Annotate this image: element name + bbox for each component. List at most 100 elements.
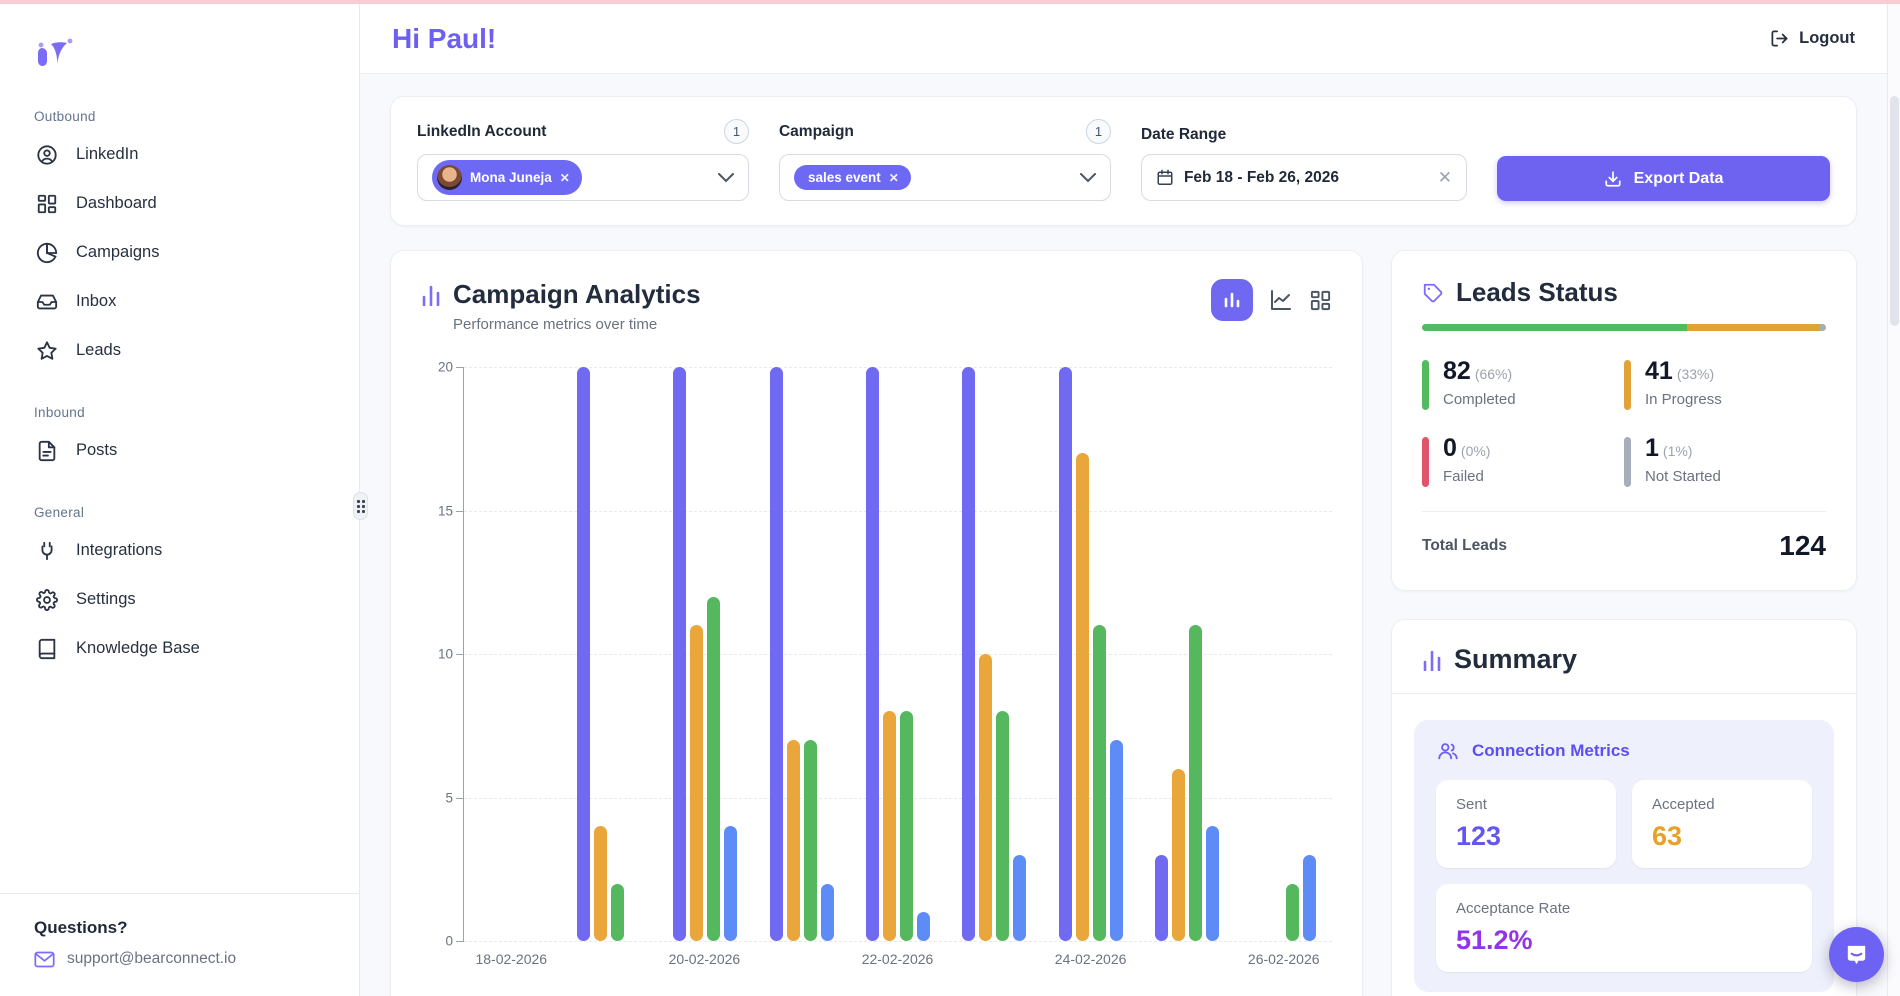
- bar-blue-series[interactable]: [1110, 740, 1123, 941]
- export-data-label: Export Data: [1634, 170, 1724, 188]
- logout-button[interactable]: Logout: [1770, 29, 1855, 48]
- campaign-analytics-card: Campaign Analytics Performance metrics o…: [390, 250, 1363, 996]
- leads-status-card: Leads Status 82(66%)Completed41(33%)In P…: [1391, 250, 1857, 591]
- bar-green-series[interactable]: [611, 884, 624, 941]
- bar-purple-series[interactable]: [962, 367, 975, 941]
- remove-campaign-chip-icon[interactable]: ✕: [889, 171, 899, 185]
- questions-heading: Questions?: [34, 918, 359, 938]
- x-tick-label: 24-02-2026: [1055, 951, 1127, 967]
- bar-purple-series[interactable]: [770, 367, 783, 941]
- bar-chart-icon: [421, 284, 441, 306]
- remove-account-chip-icon[interactable]: ✕: [560, 171, 570, 185]
- support-email[interactable]: support@bearconnect.io: [67, 950, 236, 968]
- sidebar-item-posts[interactable]: Posts: [0, 426, 359, 475]
- clear-date-icon[interactable]: ✕: [1438, 168, 1452, 188]
- sidebar-item-campaigns[interactable]: Campaigns: [0, 228, 359, 277]
- stat-percent: (1%): [1663, 443, 1693, 459]
- date-range-input[interactable]: Feb 18 - Feb 26, 2026 ✕: [1141, 154, 1467, 201]
- metric-label: Accepted: [1652, 796, 1792, 813]
- logout-label: Logout: [1799, 29, 1855, 48]
- vertical-scrollbar[interactable]: [1887, 0, 1900, 996]
- bar-blue-series[interactable]: [1303, 855, 1316, 941]
- linkedin-account-select[interactable]: Mona Juneja ✕: [417, 154, 749, 201]
- x-tick-label: 26-02-2026: [1248, 951, 1320, 967]
- sidebar-resize-handle[interactable]: [353, 492, 368, 520]
- bar-green-series[interactable]: [1093, 625, 1106, 941]
- bar-purple-series[interactable]: [577, 367, 590, 941]
- linkedin-account-label: LinkedIn Account: [417, 123, 546, 141]
- y-tick-label: 20: [438, 360, 453, 375]
- bar-green-series[interactable]: [707, 597, 720, 941]
- bar-blue-series[interactable]: [917, 912, 930, 941]
- scrollbar-thumb[interactable]: [1890, 96, 1899, 326]
- main-area: Hi Paul! Logout LinkedIn Account 1: [360, 4, 1887, 996]
- document-icon: [36, 440, 58, 462]
- analytics-title: Campaign Analytics: [453, 279, 701, 310]
- bar-green-series[interactable]: [900, 711, 913, 941]
- stat-color-bar: [1624, 360, 1631, 410]
- inbox-icon: [36, 291, 58, 313]
- line-view-button[interactable]: [1269, 288, 1293, 312]
- bar-blue-series[interactable]: [821, 884, 834, 941]
- sidebar-item-label: Integrations: [76, 541, 162, 560]
- campaign-select[interactable]: sales event ✕: [779, 154, 1111, 201]
- total-leads-label: Total Leads: [1422, 537, 1507, 555]
- chart-x-axis: 18-02-202620-02-202622-02-202624-02-2026…: [463, 941, 1332, 973]
- bar-green-series[interactable]: [1189, 625, 1202, 941]
- bar-orange-series[interactable]: [979, 654, 992, 941]
- sidebar-item-leads[interactable]: Leads: [0, 326, 359, 375]
- stat-color-bar: [1624, 437, 1631, 487]
- sidebar-item-label: Dashboard: [76, 194, 157, 213]
- bar-orange-series[interactable]: [594, 826, 607, 941]
- chat-widget-button[interactable]: [1829, 927, 1884, 982]
- bar-green-series[interactable]: [804, 740, 817, 941]
- selected-campaign-name: sales event: [808, 170, 881, 185]
- bar-purple-series[interactable]: [1059, 367, 1072, 941]
- bar-orange-series[interactable]: [1076, 453, 1089, 941]
- bar-blue-series[interactable]: [1013, 855, 1026, 941]
- filter-bar: LinkedIn Account 1 Mona Juneja ✕: [390, 96, 1857, 226]
- metric-value: 123: [1456, 821, 1596, 852]
- star-icon: [36, 340, 58, 362]
- bar-green-series[interactable]: [1286, 884, 1299, 941]
- progress-segment-in-progress: [1687, 324, 1820, 331]
- bar-orange-series[interactable]: [1172, 769, 1185, 941]
- avatar: [437, 165, 462, 190]
- y-tick-label: 15: [438, 503, 453, 518]
- bar-purple-series[interactable]: [673, 367, 686, 941]
- y-tick-mark: [456, 654, 464, 655]
- grid-view-button[interactable]: [1309, 289, 1332, 312]
- bar-group-25-02-2026: [1155, 625, 1219, 941]
- sidebar-item-settings[interactable]: Settings: [0, 575, 359, 624]
- date-range-label: Date Range: [1141, 126, 1226, 144]
- bar-orange-series[interactable]: [883, 711, 896, 941]
- bar-blue-series[interactable]: [1206, 826, 1219, 941]
- acceptance-rate-card: Acceptance Rate 51.2%: [1436, 884, 1812, 972]
- sidebar-item-linkedin[interactable]: LinkedIn: [0, 130, 359, 179]
- page-title: Hi Paul!: [392, 23, 496, 55]
- bar-green-series[interactable]: [996, 711, 1009, 941]
- sidebar-item-dashboard[interactable]: Dashboard: [0, 179, 359, 228]
- selected-campaign-chip[interactable]: sales event ✕: [794, 165, 911, 190]
- sidebar-item-inbox[interactable]: Inbox: [0, 277, 359, 326]
- bar-orange-series[interactable]: [690, 625, 703, 941]
- bar-chart-icon: [1422, 649, 1442, 671]
- y-tick-mark: [456, 367, 464, 368]
- bar-view-button[interactable]: [1211, 279, 1253, 321]
- bar-purple-series[interactable]: [866, 367, 879, 941]
- bar-orange-series[interactable]: [787, 740, 800, 941]
- user-circle-icon: [36, 144, 58, 166]
- selected-account-chip[interactable]: Mona Juneja ✕: [432, 160, 582, 195]
- metric-value: 63: [1652, 821, 1792, 852]
- progress-segment-completed: [1422, 324, 1687, 331]
- bar-group-24-02-2026: [1059, 367, 1123, 941]
- section-label-general: General: [0, 505, 359, 526]
- book-icon: [36, 638, 58, 660]
- export-data-button[interactable]: Export Data: [1497, 156, 1830, 201]
- app-logo[interactable]: [0, 26, 359, 79]
- stat-label: Not Started: [1645, 468, 1721, 485]
- bar-blue-series[interactable]: [724, 826, 737, 941]
- bar-purple-series[interactable]: [1155, 855, 1168, 941]
- sidebar-item-knowledge-base[interactable]: Knowledge Base: [0, 624, 359, 673]
- sidebar-item-integrations[interactable]: Integrations: [0, 526, 359, 575]
